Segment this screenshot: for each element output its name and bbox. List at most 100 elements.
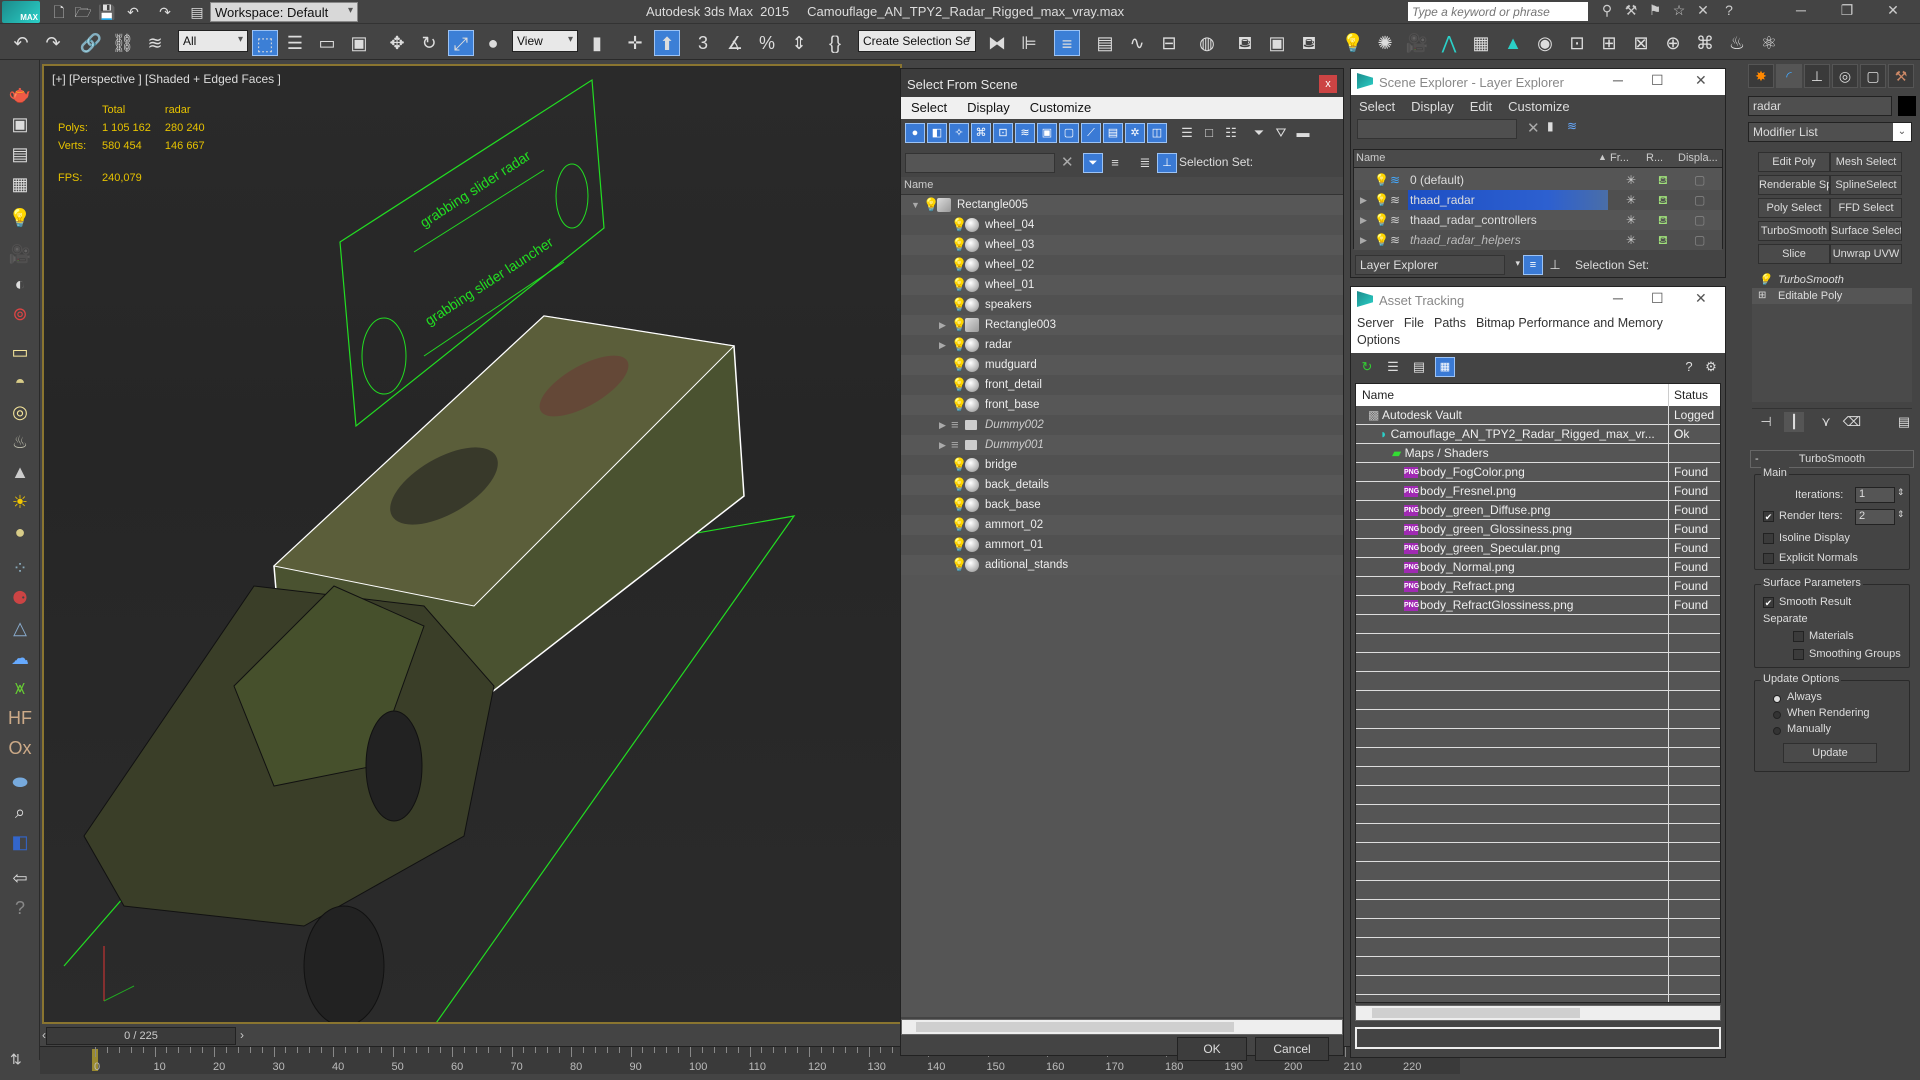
material-slot-icon[interactable]: ◧ <box>6 830 34 854</box>
vray-scene-icon[interactable]: ⌘ <box>1692 30 1718 56</box>
visibility-bulb-icon[interactable]: 💡 <box>951 455 967 475</box>
layer-hidden-icon[interactable]: ≡ <box>951 435 961 455</box>
exchange-icon[interactable]: ✕ <box>1692 2 1714 22</box>
settings-icon[interactable]: ⚙ <box>1701 357 1721 377</box>
expand-right-icon[interactable]: ▶ <box>939 315 949 335</box>
list-item[interactable]: ▶ ≡ Dummy002 <box>901 415 1343 435</box>
sort-by-hierarchy-icon[interactable]: ⊥ <box>1157 153 1177 173</box>
help-icon[interactable]: ? <box>1679 357 1699 377</box>
filter-funnel-icon[interactable]: ⏷ <box>1249 123 1269 143</box>
hair-fur-icon[interactable]: HF <box>6 706 34 730</box>
modifier-button-poly-select[interactable]: Poly Select <box>1758 198 1830 218</box>
update-always-radio[interactable] <box>1773 695 1781 703</box>
filter-frozen-icon[interactable]: ✲ <box>1125 123 1145 143</box>
redo-icon[interactable]: ↷ <box>40 30 66 56</box>
camera-icon[interactable]: 🎥 <box>6 242 34 266</box>
utilities-tab-icon[interactable]: ⚒ <box>1888 64 1914 88</box>
visibility-bulb-icon[interactable]: 💡 <box>951 375 967 395</box>
stack-item-editable-poly[interactable]: ⊞ Editable Poly <box>1752 288 1912 304</box>
close-button[interactable]: x <box>1319 75 1337 93</box>
horizontal-scrollbar[interactable] <box>901 1019 1343 1035</box>
list-item[interactable]: 💡 wheel_03 <box>901 235 1343 255</box>
filter-lights-icon[interactable]: ✧ <box>949 123 969 143</box>
hierarchy-tab-icon[interactable]: ⊥ <box>1804 64 1830 88</box>
clear-filter-icon[interactable]: ✕ <box>1527 119 1540 137</box>
filter-options-icon[interactable]: ⛛ <box>1271 123 1291 143</box>
workspace-dropdown[interactable]: Workspace: Default ▾ <box>210 2 358 22</box>
remove-modifier-icon[interactable]: ⌫ <box>1842 412 1862 432</box>
particles-icon[interactable]: ⁘ <box>6 556 34 580</box>
percent-snap-icon[interactable]: % <box>754 30 780 56</box>
render-iters-checkbox[interactable]: ✔ <box>1763 511 1774 522</box>
asset-row[interactable]: ▰ Maps / Shaders <box>1356 444 1720 463</box>
visibility-bulb-icon[interactable]: 💡 <box>951 355 967 375</box>
asset-row[interactable]: PNGbody_Refract.png Found <box>1356 577 1720 596</box>
list-item[interactable]: 💡 wheel_02 <box>901 255 1343 275</box>
mini-curve-editor-icon[interactable]: ⇅ <box>10 1051 22 1068</box>
expand-right-icon[interactable]: ▶ <box>1360 230 1367 250</box>
settings-panel-icon[interactable]: ▦ <box>6 172 34 196</box>
rendered-frame-window-icon[interactable]: ▣ <box>1264 30 1290 56</box>
list-item[interactable]: 💡 back_details <box>901 475 1343 495</box>
camera-target-icon[interactable]: ◐ <box>6 272 34 296</box>
asset-row[interactable]: PNGbody_Normal.png Found <box>1356 558 1720 577</box>
help-icon[interactable]: ? <box>1718 2 1740 22</box>
selection-filter-dropdown[interactable]: All ▾ <box>178 30 248 52</box>
column-frozen[interactable]: Fr... <box>1610 152 1629 164</box>
list-item[interactable]: ▶ 💡 radar <box>901 335 1343 355</box>
visibility-bulb-icon[interactable]: 💡 <box>951 295 967 315</box>
undo-icon[interactable]: ↶ <box>124 3 142 21</box>
open-file-icon[interactable]: 🗁 <box>74 3 92 21</box>
display-box-icon[interactable]: ▢ <box>1694 190 1705 210</box>
menu-select[interactable]: Select <box>1351 95 1403 118</box>
layer-row[interactable]: ▶ 💡 ≋ thaad_radar ✳ ⛾ ▢ <box>1354 190 1722 210</box>
filter-shapes-icon[interactable]: ◧ <box>927 123 947 143</box>
filter-helpers-icon[interactable]: ⊡ <box>993 123 1013 143</box>
camera-record-icon[interactable]: ⊚ <box>6 302 34 326</box>
list-item[interactable]: ▶ ≡ Dummy001 <box>901 435 1343 455</box>
asset-row[interactable]: PNGbody_green_Specular.png Found <box>1356 539 1720 558</box>
undo-icon[interactable]: ↶ <box>8 30 34 56</box>
list-panel-icon[interactable]: ▤ <box>6 142 34 166</box>
renderable-teapot-icon[interactable]: ⛾ <box>1658 190 1668 210</box>
vray-converter-icon[interactable]: ♨ <box>1724 30 1750 56</box>
rectangular-selection-icon[interactable]: ▭ <box>314 30 340 56</box>
menu-display[interactable]: Display <box>1403 95 1462 118</box>
column-name[interactable]: Name <box>1362 388 1394 402</box>
render-frame-icon[interactable]: ▣ <box>6 112 34 136</box>
menu-file[interactable]: File <box>1404 316 1424 330</box>
sort-by-layer-icon[interactable]: ≣ <box>1135 153 1155 173</box>
material-editor-icon[interactable]: ◍ <box>1194 30 1220 56</box>
menu-server[interactable]: Server <box>1357 316 1394 330</box>
visibility-bulb-icon[interactable]: 💡 <box>1374 230 1389 250</box>
teapot-icon[interactable]: 🫖 <box>6 82 34 106</box>
visibility-bulb-icon[interactable]: 💡 <box>951 315 967 335</box>
modifier-button-unwrap-uvw[interactable]: Unwrap UVW <box>1830 244 1902 264</box>
display-box-icon[interactable]: ▢ <box>1694 170 1705 190</box>
close-button[interactable]: ✕ <box>1695 290 1707 307</box>
maximize-button[interactable]: ☐ <box>1651 72 1664 89</box>
spinner-snap-icon[interactable]: ⇕ <box>786 30 812 56</box>
ellipse-icon[interactable]: ⬬ <box>6 770 34 794</box>
vray-fur-icon[interactable]: ⋀ <box>1436 30 1462 56</box>
maximize-button[interactable]: ☐ <box>1651 290 1664 307</box>
asset-row[interactable]: PNGbody_green_Diffuse.png Found <box>1356 501 1720 520</box>
column-display[interactable]: Displa... <box>1678 152 1718 164</box>
restore-button[interactable]: ❐ <box>1836 2 1858 22</box>
list-item[interactable]: 💡 mudguard <box>901 355 1343 375</box>
time-slider[interactable]: ‹ 0 / 225 › <box>42 1026 902 1046</box>
ornatrix-icon[interactable]: Ox <box>6 736 34 760</box>
render-setup-icon[interactable]: ⛾ <box>1232 30 1258 56</box>
list-item[interactable]: 💡 ammort_02 <box>901 515 1343 535</box>
asset-row[interactable]: PNGbody_green_Glossiness.png Found <box>1356 520 1720 539</box>
configure-modifier-sets-icon[interactable]: ▤ <box>1894 412 1914 432</box>
inspector-icon[interactable]: ⌕ <box>6 800 34 824</box>
clear-filter-icon[interactable]: ✕ <box>1061 153 1074 171</box>
show-end-result-icon[interactable]: ┃ <box>1784 412 1804 432</box>
freeze-toggle-icon[interactable]: ✳ <box>1626 190 1636 210</box>
bind-space-warp-icon[interactable]: ≋ <box>142 30 168 56</box>
renderable-teapot-icon[interactable]: ⛾ <box>1658 230 1668 250</box>
mirror-icon[interactable]: ⧓ <box>984 30 1010 56</box>
list-item[interactable]: ▶ 💡 Rectangle003 <box>901 315 1343 335</box>
pivot-center-icon[interactable]: ▮ <box>584 30 610 56</box>
